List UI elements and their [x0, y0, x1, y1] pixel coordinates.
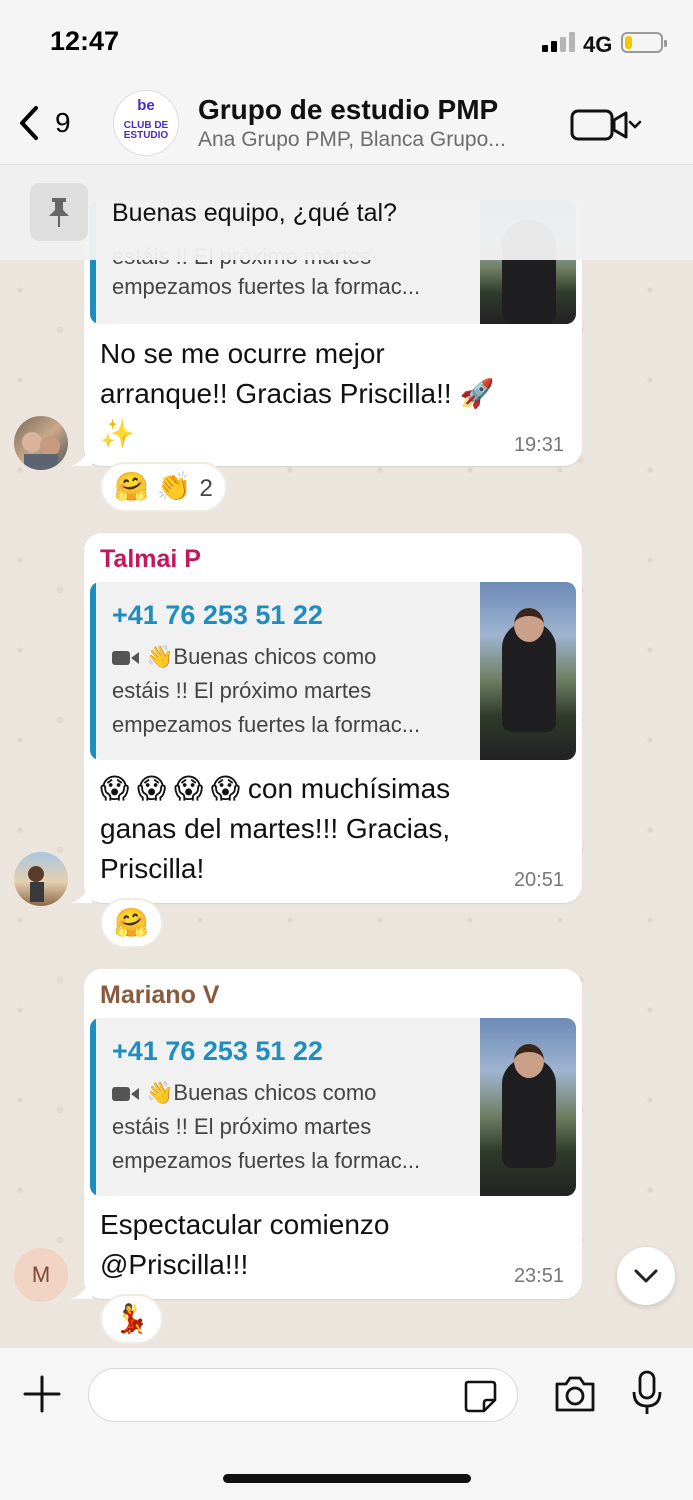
microphone-icon[interactable] [630, 1370, 664, 1416]
message-bubble[interactable]: Talmai P +41 76 253 51 22 👋Buenas chicos… [70, 533, 582, 903]
status-bar: 12:47 4G [0, 0, 693, 86]
video-call-icon[interactable] [570, 108, 646, 142]
group-title[interactable]: Grupo de estudio PMP [198, 94, 498, 126]
quote-line: 👋Buenas chicos como [112, 1080, 376, 1106]
message-composer [0, 1348, 693, 1500]
quote-line: estáis !! El próximo martes [112, 1114, 372, 1139]
sender-avatar[interactable] [14, 852, 68, 906]
bubble-tail [70, 881, 92, 903]
quote-video-thumbnail [480, 1018, 576, 1196]
quote-line: empezamos fuertes la formac... [112, 274, 421, 299]
group-avatar-logo: be [137, 97, 155, 114]
message-text: No se me ocurre mejor arranque!! Gracias… [100, 338, 495, 449]
quote-sender-phone: +41 76 253 51 22 [112, 1036, 323, 1066]
camera-icon[interactable] [553, 1374, 597, 1414]
message-input[interactable] [88, 1368, 518, 1422]
message-reactions[interactable]: 💃 [100, 1294, 163, 1344]
quote-line: 👋Buenas chicos como [112, 644, 376, 670]
pinned-message-text: Buenas equipo, ¿qué tal? [112, 199, 397, 227]
quoted-message[interactable]: +41 76 253 51 22 👋Buenas chicos como est… [90, 1018, 576, 1196]
message-text: Espectacular comienzo @Priscilla!!! [100, 1209, 390, 1280]
group-members[interactable]: Ana Grupo PMP, Blanca Grupo... [198, 128, 506, 152]
quote-line: empezamos fuertes la formac... [112, 712, 421, 737]
group-avatar[interactable]: be CLUB DE ESTUDIO [113, 90, 179, 156]
sticker-icon[interactable] [462, 1378, 498, 1414]
pinned-message-banner[interactable]: Buenas equipo, ¿qué tal? [0, 164, 693, 260]
message-reactions[interactable]: 🤗 [100, 898, 163, 948]
quote-line: empezamos fuertes la formac... [112, 1148, 421, 1173]
message-time: 20:51 [513, 869, 564, 891]
pin-icon-box [30, 183, 88, 241]
quote-accent-bar [90, 1018, 96, 1196]
network-type: 4G [583, 32, 613, 57]
video-camera-icon [112, 1087, 139, 1102]
unread-chats-count[interactable]: 9 [55, 107, 71, 139]
sender-name[interactable]: Mariano V [100, 981, 219, 1010]
quote-sender-phone: +41 76 253 51 22 [112, 600, 323, 630]
group-avatar-text: CLUB DE ESTUDIO [123, 120, 169, 141]
pin-icon [49, 198, 69, 227]
message-time: 19:31 [513, 434, 564, 456]
quote-video-thumbnail [480, 582, 576, 760]
signal-strength-icon [542, 32, 576, 52]
plus-icon[interactable] [22, 1374, 62, 1414]
message-reactions[interactable]: 🤗 👏 2 [100, 462, 227, 512]
quoted-message[interactable]: +41 76 253 51 22 👋Buenas chicos como est… [90, 582, 576, 760]
home-indicator [223, 1474, 471, 1483]
thumbnail-face [514, 1044, 544, 1078]
battery-level [625, 36, 632, 49]
sender-name[interactable]: Talmai P [100, 545, 201, 574]
sender-avatar-initial[interactable]: M [14, 1248, 68, 1302]
chevron-left-icon[interactable] [16, 104, 42, 142]
message-bubble[interactable]: Mariano V +41 76 253 51 22 👋Buenas chico… [70, 969, 582, 1299]
video-camera-icon [112, 651, 139, 666]
message-text: 😱 😱 😱 😱 con muchísimas ganas del martes!… [100, 773, 451, 884]
bubble-tail [70, 1277, 92, 1299]
chevron-down-icon [634, 1269, 658, 1283]
quote-line: estáis !! El próximo martes [112, 678, 372, 703]
status-time: 12:47 [50, 26, 120, 56]
chat-header: 9 be CLUB DE ESTUDIO Grupo de estudio PM… [0, 86, 693, 164]
battery-icon [621, 32, 667, 53]
quote-accent-bar [90, 582, 96, 760]
sender-avatar[interactable] [14, 416, 68, 470]
bubble-tail [70, 444, 92, 466]
scroll-to-bottom-button[interactable] [617, 1247, 675, 1305]
thumbnail-face [514, 608, 544, 642]
message-time: 23:51 [513, 1265, 564, 1287]
